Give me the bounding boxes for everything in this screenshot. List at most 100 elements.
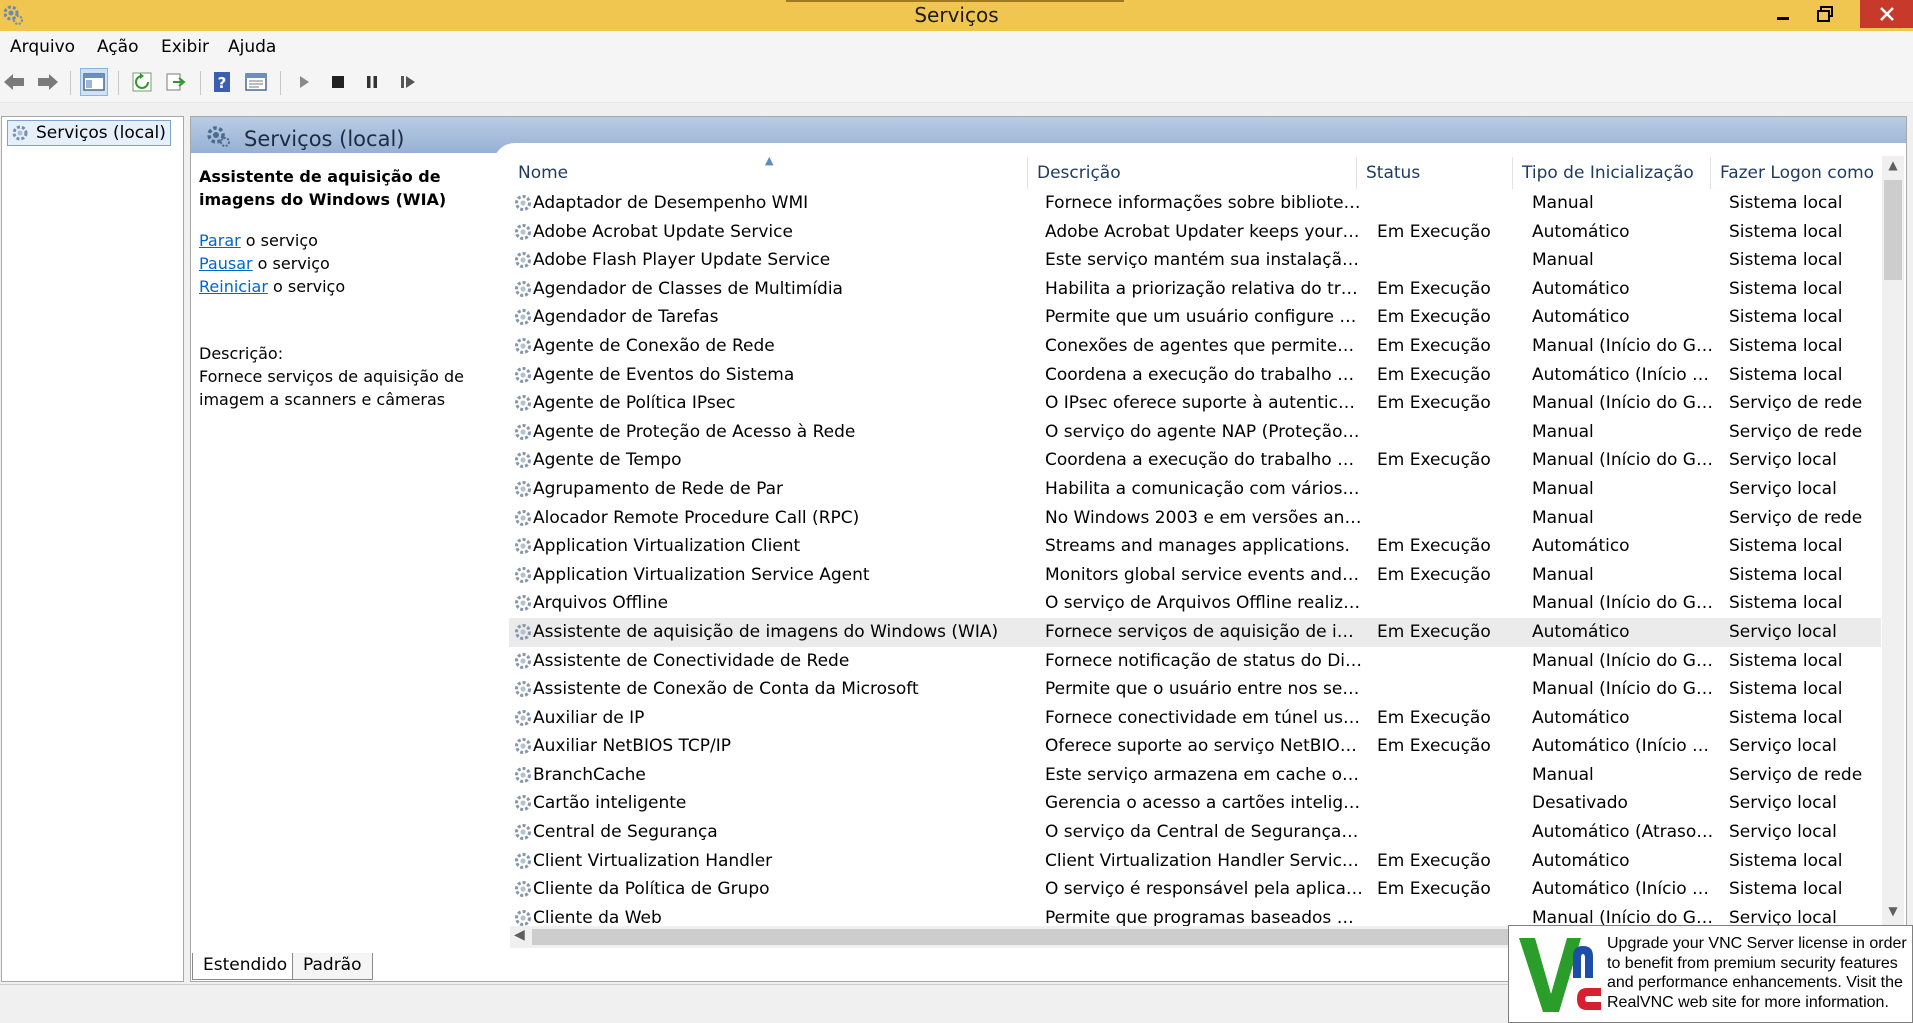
tab-estendido[interactable]: Estendido bbox=[192, 953, 299, 980]
service-row[interactable]: Auxiliar NetBIOS TCP/IP Oferece suporte a… bbox=[509, 732, 1881, 761]
restart-service-link[interactable]: Reiniciar bbox=[199, 277, 268, 296]
forward-button[interactable] bbox=[34, 68, 62, 96]
restore-button[interactable] bbox=[1806, 0, 1844, 28]
column-header-name[interactable]: Nome ▲ bbox=[509, 157, 1028, 189]
tab-padrao[interactable]: Padrão bbox=[292, 953, 373, 980]
scroll-up-icon[interactable]: ▲ bbox=[1882, 158, 1904, 178]
console-tree-icon bbox=[83, 73, 105, 91]
service-row[interactable]: Client Virtualization Handler Client Virt… bbox=[509, 847, 1881, 876]
service-row[interactable]: Application Virtualization Service Agent… bbox=[509, 561, 1881, 590]
service-row[interactable]: Assistente de aquisição de imagens do Wi… bbox=[509, 617, 1881, 647]
service-startup-type: Manual bbox=[1532, 478, 1594, 499]
stop-service-button[interactable] bbox=[324, 68, 352, 96]
menu-ajuda[interactable]: Ajuda bbox=[228, 37, 276, 57]
column-label: Fazer Logon como bbox=[1720, 163, 1875, 183]
tree-node-services-local[interactable]: Serviços (local) bbox=[7, 120, 171, 146]
service-startup-type: Manual (Início do Ga... bbox=[1532, 393, 1717, 414]
scroll-down-icon[interactable]: ▼ bbox=[1882, 904, 1904, 924]
service-status: Em Execução bbox=[1377, 393, 1491, 414]
service-row[interactable]: Agente de Proteção de Acesso à Rede O ser… bbox=[509, 418, 1881, 447]
service-gear-icon bbox=[515, 709, 531, 726]
column-header-status[interactable]: Status bbox=[1357, 157, 1513, 189]
refresh-icon bbox=[132, 72, 152, 92]
service-row[interactable]: Agente de Eventos do Sistema Coordena a e… bbox=[509, 361, 1881, 390]
vnc-notice-line: RealVNC web site for more information. bbox=[1607, 993, 1889, 1011]
scroll-thumb[interactable] bbox=[1884, 180, 1902, 280]
help-button[interactable]: ? bbox=[208, 68, 236, 96]
service-row[interactable]: Adobe Acrobat Update Service Adobe Acroba… bbox=[509, 218, 1881, 247]
show-hide-tree-button[interactable] bbox=[80, 68, 108, 96]
stop-icon bbox=[332, 76, 344, 88]
service-description: Coordena a execução do trabalho e... bbox=[1045, 364, 1363, 385]
column-header-description[interactable]: Descrição bbox=[1028, 157, 1357, 189]
service-row[interactable]: Agendador de Classes de Multimídia Habili… bbox=[509, 275, 1881, 304]
service-row[interactable]: Alocador Remote Procedure Call (RPC) No W… bbox=[509, 504, 1881, 533]
service-startup-type: Manual bbox=[1532, 250, 1594, 271]
service-row[interactable]: Adaptador de Desempenho WMI Fornece infor… bbox=[509, 189, 1881, 218]
menu-exibir[interactable]: Exibir bbox=[161, 37, 209, 57]
service-description: O IPsec oferece suporte à autenticaç... bbox=[1045, 393, 1363, 414]
service-description: Client Virtualization Handler Service (.… bbox=[1045, 850, 1363, 871]
properties-button[interactable] bbox=[242, 68, 270, 96]
service-log-on-as: Serviço local bbox=[1729, 450, 1837, 471]
scroll-left-icon[interactable]: ◀ bbox=[514, 927, 525, 943]
back-button[interactable] bbox=[0, 68, 28, 96]
service-row[interactable]: Agente de Conexão de Rede Conexões de age… bbox=[509, 332, 1881, 361]
service-row[interactable]: Auxiliar de IP Fornece conectividade em t… bbox=[509, 704, 1881, 733]
service-name: Auxiliar NetBIOS TCP/IP bbox=[533, 736, 732, 757]
scroll-thumb[interactable] bbox=[532, 929, 1522, 945]
pause-service-button[interactable] bbox=[358, 68, 386, 96]
service-gear-icon bbox=[515, 852, 531, 869]
service-row[interactable]: Agente de Tempo Coordena a execução do tr… bbox=[509, 446, 1881, 475]
service-name: Central de Segurança bbox=[533, 822, 718, 843]
close-button[interactable] bbox=[1860, 0, 1913, 28]
service-description: Permite que um usuário configure e ... bbox=[1045, 307, 1363, 328]
stop-service-link[interactable]: Parar bbox=[199, 231, 241, 250]
service-row[interactable]: Application Virtualization Client Streams… bbox=[509, 532, 1881, 561]
service-row[interactable]: Arquivos Offline O serviço de Arquivos Of… bbox=[509, 589, 1881, 618]
export-list-button[interactable] bbox=[162, 68, 190, 96]
menu-acao[interactable]: Ação bbox=[97, 37, 139, 57]
service-status: Em Execução bbox=[1377, 564, 1491, 585]
service-row[interactable]: Agendador de Tarefas Permite que um usuár… bbox=[509, 303, 1881, 332]
export-icon bbox=[166, 73, 186, 91]
service-row[interactable]: Cliente da Política de Grupo O serviço é … bbox=[509, 875, 1881, 904]
refresh-button[interactable] bbox=[128, 68, 156, 96]
service-description: Habilita a priorização relativa do trab.… bbox=[1045, 278, 1363, 299]
vnc-license-notice[interactable]: Upgrade your VNC Server license in order… bbox=[1508, 925, 1913, 1023]
properties-icon bbox=[245, 73, 267, 91]
service-gear-icon bbox=[515, 881, 531, 898]
service-log-on-as: Sistema local bbox=[1729, 307, 1843, 328]
pause-service-link[interactable]: Pausar bbox=[199, 254, 253, 273]
service-row[interactable]: Agrupamento de Rede de Par Habilita a com… bbox=[509, 475, 1881, 504]
service-row[interactable]: BranchCache Este serviço armazena em cach… bbox=[509, 761, 1881, 790]
service-gear-icon bbox=[515, 738, 531, 755]
service-gear-icon bbox=[515, 480, 531, 497]
service-name: Agente de Eventos do Sistema bbox=[533, 364, 795, 385]
vertical-scrollbar[interactable]: ▲ ▼ bbox=[1882, 156, 1904, 926]
minimize-button[interactable] bbox=[1766, 0, 1800, 28]
service-status: Em Execução bbox=[1377, 850, 1491, 871]
service-log-on-as: Sistema local bbox=[1729, 879, 1843, 900]
service-actions: Parar o serviço Pausar o serviço Reinici… bbox=[199, 229, 499, 298]
service-row[interactable]: Agente de Política IPsec O IPsec oferece … bbox=[509, 389, 1881, 418]
service-status: Em Execução bbox=[1377, 707, 1491, 728]
restart-service-button[interactable] bbox=[394, 68, 422, 96]
restore-icon bbox=[1817, 6, 1833, 22]
service-startup-type: Desativado bbox=[1532, 793, 1628, 814]
service-row[interactable]: Cartão inteligente Gerencia o acesso a ca… bbox=[509, 789, 1881, 818]
service-startup-type: Automático bbox=[1532, 850, 1630, 871]
menu-arquivo[interactable]: Arquivo bbox=[10, 37, 75, 57]
column-header-log-on-as[interactable]: Fazer Logon como bbox=[1711, 157, 1881, 189]
service-gear-icon bbox=[515, 395, 531, 412]
service-gear-icon bbox=[515, 652, 531, 669]
column-header-startup-type[interactable]: Tipo de Inicialização bbox=[1513, 157, 1711, 189]
service-description: O serviço é responsável pela aplicaçã... bbox=[1045, 879, 1363, 900]
start-service-button[interactable] bbox=[290, 68, 318, 96]
service-row[interactable]: Assistente de Conectividade de Rede Forne… bbox=[509, 647, 1881, 676]
service-row[interactable]: Assistente de Conexão de Conta da Micros… bbox=[509, 675, 1881, 704]
service-row[interactable]: Central de Segurança O serviço da Central… bbox=[509, 818, 1881, 847]
toolbar: ? bbox=[0, 63, 1913, 103]
service-row[interactable]: Adobe Flash Player Update Service Este se… bbox=[509, 246, 1881, 275]
service-description: Coordena a execução do trabalho e... bbox=[1045, 450, 1363, 471]
